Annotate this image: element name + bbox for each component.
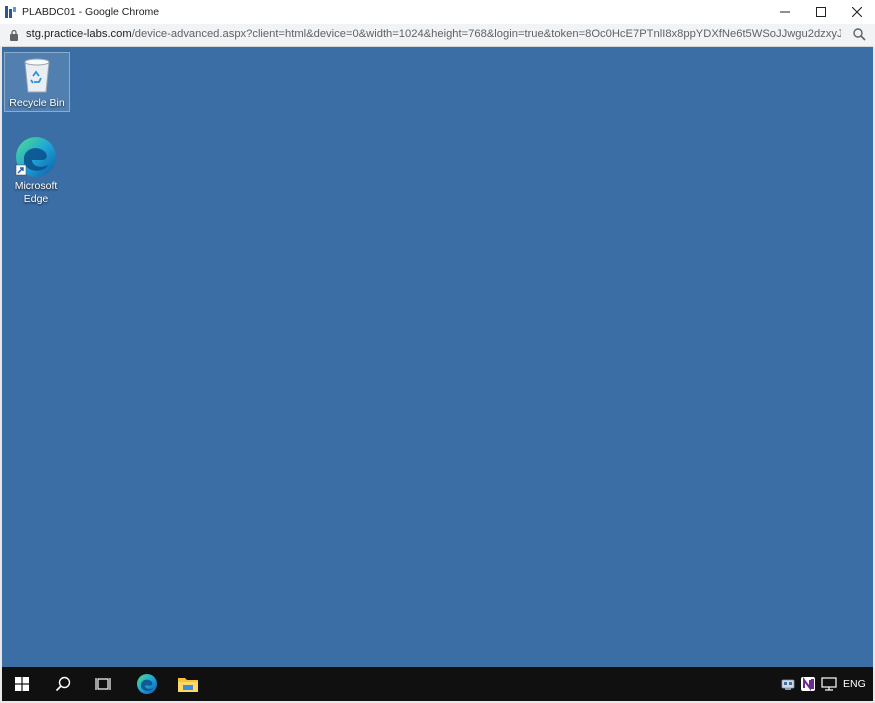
tray-network-adapter[interactable] [778,667,798,701]
edge-label-line2: Edge [23,193,49,205]
recycle-bin-icon [24,58,50,93]
tray-display[interactable] [818,667,840,701]
minimize-button[interactable] [767,0,803,24]
search-button[interactable] [43,667,83,701]
maximize-icon [816,7,826,17]
start-icon [15,677,29,691]
network-adapter-icon [781,679,795,690]
display-icon [821,677,837,691]
close-icon [852,7,862,17]
url-text[interactable]: stg.practice-labs.com/device-advanced.as… [26,28,841,40]
search-icon [55,676,71,692]
zoom-icon[interactable] [853,28,866,41]
close-button[interactable] [839,0,875,24]
taskbar: ENG [2,667,873,701]
window-frame-left [0,46,2,703]
recycle-bin-label: Recycle Bin [9,97,65,109]
task-view-icon [95,678,111,690]
edge-label-line1: Microsoft [14,180,58,192]
lock-icon[interactable] [9,29,19,41]
taskbar-edge-button[interactable] [127,667,167,701]
window-title: PLABDC01 - Google Chrome [22,6,160,18]
file-explorer-icon [178,678,198,692]
url-path: /device-advanced.aspx?client=html&device… [131,28,841,40]
app-logo-icon [5,6,16,18]
edge-icon [15,137,56,177]
minimize-icon [780,11,790,13]
onenote-icon [801,677,815,691]
language-indicator[interactable]: ENG [843,678,866,690]
remote-desktop[interactable]: Recycle Bin Microsoft Edge [2,47,873,667]
taskbar-file-explorer-button[interactable] [168,667,208,701]
edge-icon [137,674,157,694]
maximize-button[interactable] [803,0,839,24]
url-host: stg.practice-labs.com [26,28,132,40]
task-view-button[interactable] [83,667,123,701]
desktop-icon-microsoft-edge[interactable]: Microsoft Edge [4,135,68,206]
address-bar[interactable]: stg.practice-labs.com/device-advanced.as… [0,24,875,47]
start-button[interactable] [2,667,42,701]
browser-titlebar: PLABDC01 - Google Chrome [0,0,875,24]
desktop-icon-recycle-bin[interactable]: Recycle Bin [4,52,70,112]
tray-onenote[interactable] [798,667,818,701]
